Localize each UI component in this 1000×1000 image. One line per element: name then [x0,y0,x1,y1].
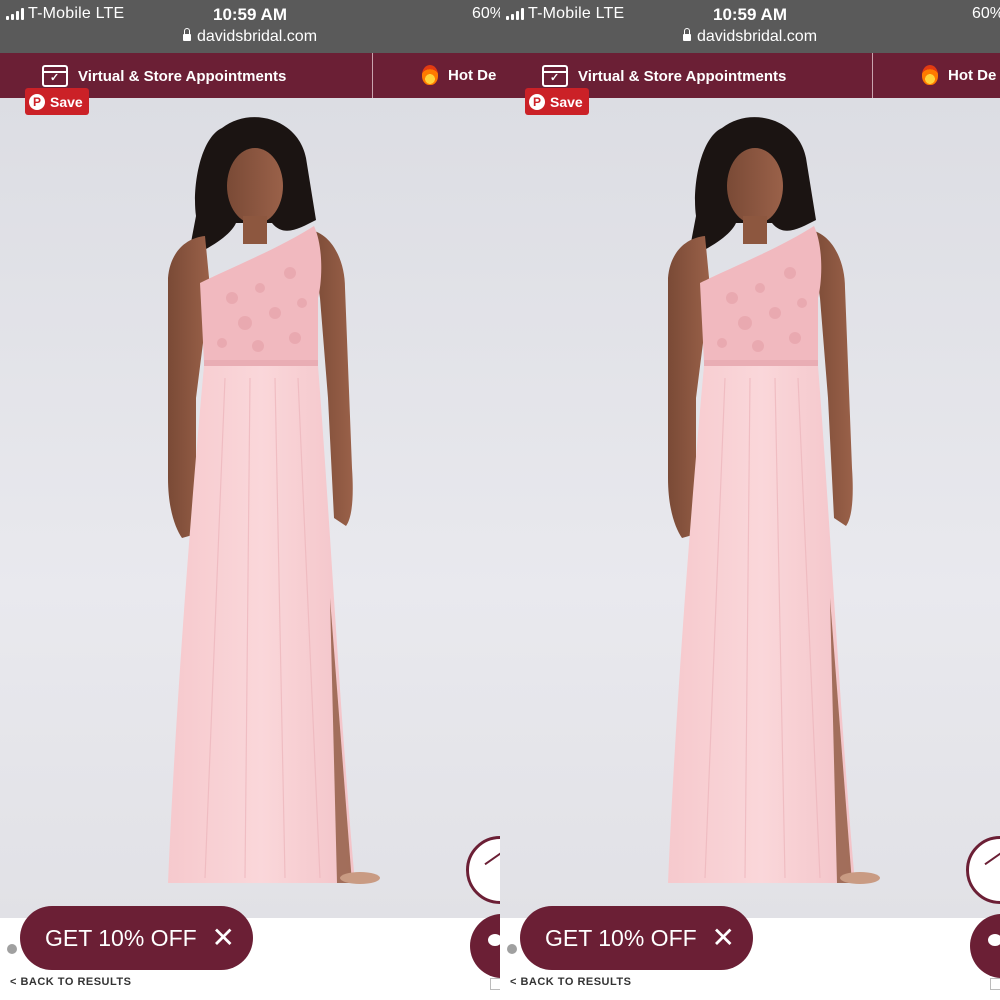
discount-offer-button[interactable]: GET 10% OFF ✕ [520,906,753,970]
save-label: Save [550,93,583,110]
appointments-label: Virtual & Store Appointments [578,67,787,85]
clock: 10:59 AM [712,5,787,24]
flame-icon [422,65,438,85]
address-bar[interactable]: davidsbridal.com [500,28,1000,46]
save-label: Save [50,93,83,110]
pinterest-save-button[interactable]: P Save [25,88,89,115]
product-image[interactable] [500,98,1000,918]
close-icon[interactable]: ✕ [712,924,735,952]
battery-percentage: 60% [971,5,1000,22]
product-image[interactable] [0,98,500,918]
battery-percentage: 60% [471,5,500,22]
calendar-icon [542,65,568,87]
address-bar[interactable]: davidsbridal.com [0,28,500,46]
appointments-link[interactable]: Virtual & Store Appointments [42,65,286,87]
url-text: davidsbridal.com [696,28,818,45]
carousel-dot[interactable] [7,944,17,954]
flame-icon [922,65,938,85]
page-edge-element [990,978,1000,990]
appointments-link[interactable]: Virtual & Store Appointments [542,65,786,87]
clock: 10:59 AM [212,5,287,24]
discount-offer-button[interactable]: GET 10% OFF ✕ [20,906,253,970]
model-illustration [168,117,380,884]
pinterest-icon: P [529,93,545,110]
hot-deals-label: Hot De [448,66,497,84]
back-to-results-link[interactable]: < BACK TO RESULTS [10,976,131,988]
lock-icon [682,28,691,41]
status-bar: T-Mobile LTE 10:59 AM davidsbridal.com 6… [0,0,500,53]
calendar-icon [42,65,68,87]
appointments-label: Virtual & Store Appointments [78,67,287,85]
offer-label: GET 10% OFF [545,924,697,951]
page-edge-element [490,978,500,990]
hot-deals-link[interactable]: Hot De [922,65,996,85]
screenshot-panel-left: T-Mobile LTE 10:59 AM davidsbridal.com 6… [0,0,500,1000]
close-icon[interactable]: ✕ [212,924,235,952]
hot-deals-label: Hot De [948,66,997,84]
url-text: davidsbridal.com [196,28,318,45]
hot-deals-link[interactable]: Hot De [422,65,496,85]
carousel-dot[interactable] [507,944,517,954]
nav-divider [872,53,873,98]
lock-icon [182,28,191,41]
pinterest-icon: P [29,93,45,110]
status-bar: T-Mobile LTE 10:59 AM davidsbridal.com 6… [500,0,1000,53]
offer-label: GET 10% OFF [45,924,197,951]
pinterest-save-button[interactable]: P Save [525,88,589,115]
nav-divider [372,53,373,98]
back-to-results-link[interactable]: < BACK TO RESULTS [510,976,631,988]
screenshot-panel-right: T-Mobile LTE 10:59 AM davidsbridal.com 6… [500,0,1000,1000]
model-illustration [668,117,880,884]
